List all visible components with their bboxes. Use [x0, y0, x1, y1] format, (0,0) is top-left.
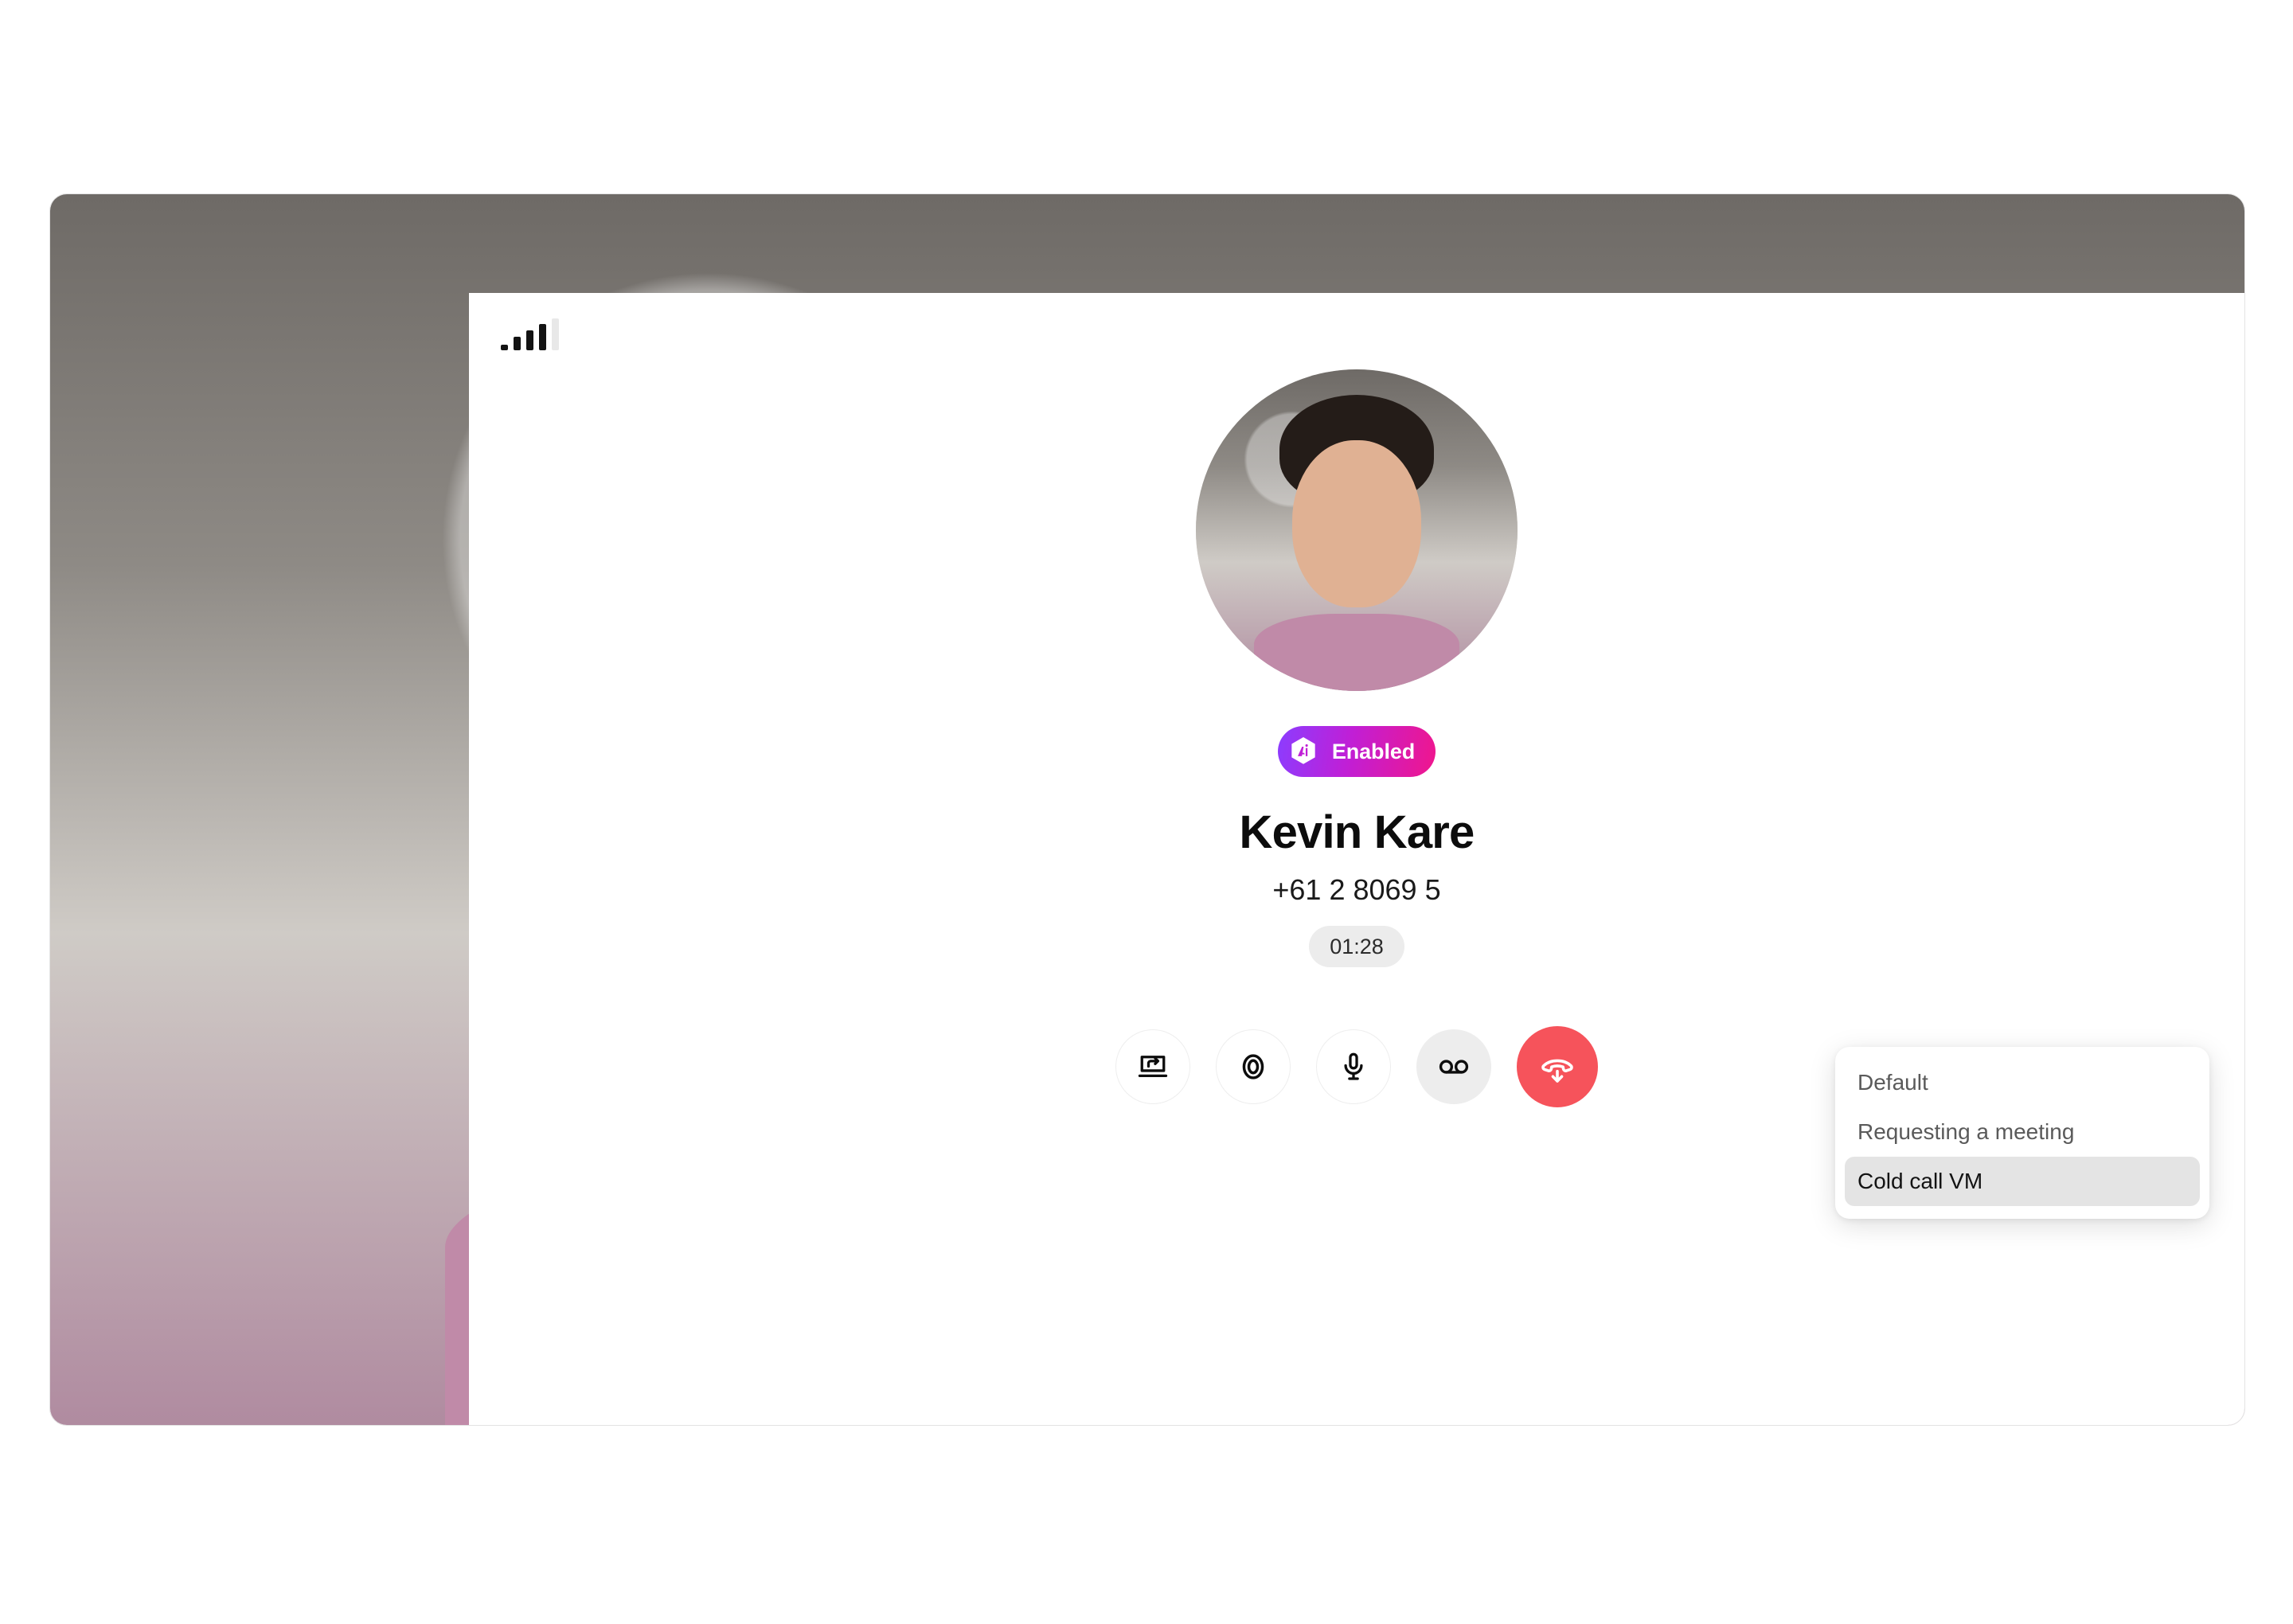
dropdown-option-label: Requesting a meeting	[1857, 1119, 2075, 1144]
call-main-panel: Enabled Kevin Kare +61 2 8069 5 01:28 De…	[469, 293, 2244, 1425]
dropdown-option-cold-call-vm[interactable]: Cold call VM	[1845, 1157, 2200, 1206]
dropdown-option-label: Cold call VM	[1857, 1169, 1983, 1193]
call-stage: Enabled Kevin Kare +61 2 8069 5 01:28	[469, 369, 2244, 1107]
microphone-icon	[1344, 1052, 1363, 1080]
transfer-icon	[1138, 1056, 1168, 1078]
voicemail-icon	[1439, 1060, 1469, 1074]
caller-name: Kevin Kare	[1239, 806, 1475, 858]
call-duration-timer: 01:28	[1309, 926, 1404, 967]
voicemail-drop-button[interactable]	[1416, 1029, 1491, 1104]
app-window: Kevin Kare 06:01	[49, 193, 2245, 1426]
hangup-icon	[1541, 1059, 1573, 1083]
caller-phone-number: +61 2 8069 5	[1272, 873, 1441, 906]
ai-badge-label: Enabled	[1331, 739, 1416, 763]
mute-button[interactable]	[1316, 1029, 1391, 1104]
sidebar: Kevin Kare 06:01	[50, 194, 2244, 1425]
call-controls	[1115, 1026, 1598, 1107]
caller-avatar	[1196, 369, 1518, 691]
voicemail-greeting-dropdown: Default Requesting a meeting Cold call V…	[1835, 1047, 2209, 1219]
record-icon	[1242, 1054, 1264, 1079]
active-call-card[interactable]: Kevin Kare 06:01	[50, 194, 2244, 1425]
ai-hexagon-icon	[1286, 734, 1321, 769]
dropdown-option-requesting-a-meeting[interactable]: Requesting a meeting	[1845, 1107, 2200, 1157]
window-body: Kevin Kare 06:01	[50, 194, 2244, 1425]
end-call-button[interactable]	[1517, 1026, 1598, 1107]
active-call-avatar	[50, 194, 2244, 1425]
signal-strength-icon	[501, 318, 559, 350]
dropdown-option-label: Default	[1857, 1070, 1928, 1095]
record-call-button[interactable]	[1216, 1029, 1291, 1104]
dropdown-option-default[interactable]: Default	[1845, 1058, 2200, 1107]
ai-enabled-badge[interactable]: Enabled	[1277, 726, 1436, 777]
transfer-call-button[interactable]	[1115, 1029, 1190, 1104]
